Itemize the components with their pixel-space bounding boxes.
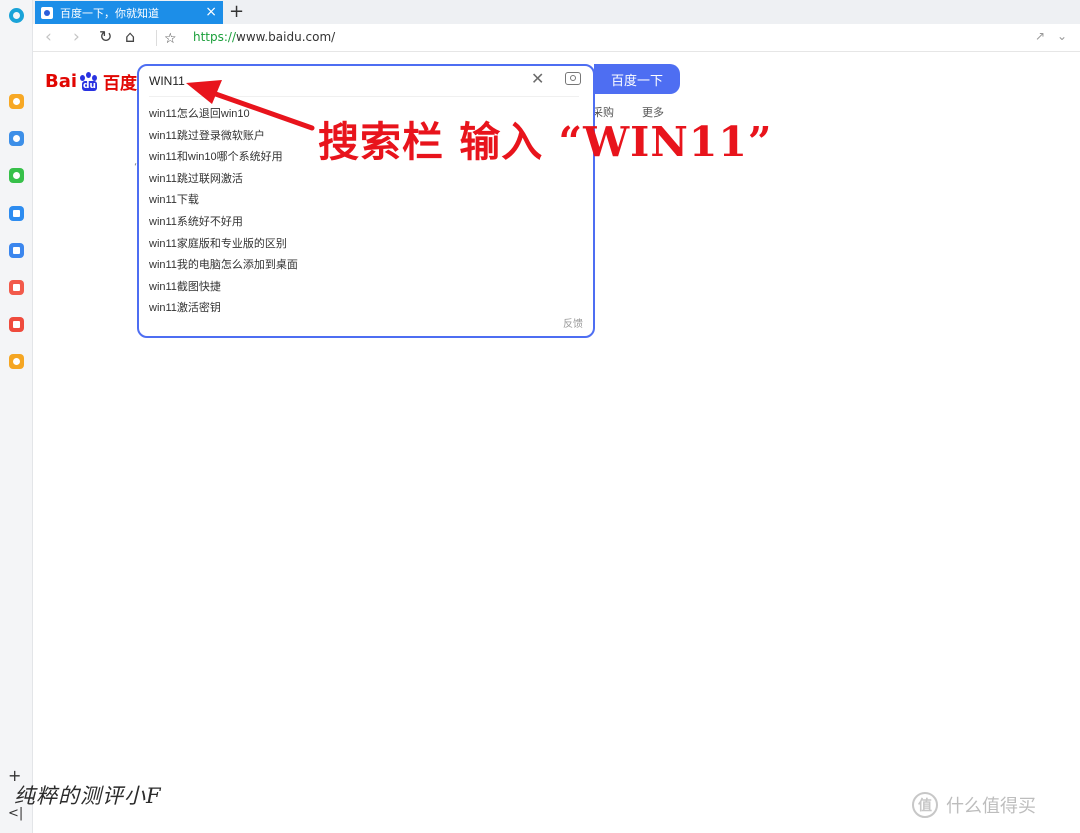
- url-host: www.baidu.com/: [236, 30, 336, 44]
- bookmark-star-icon[interactable]: ☆: [164, 29, 177, 49]
- pdf-icon[interactable]: [9, 317, 24, 332]
- suggestion-item[interactable]: win11跳过联网激活: [149, 169, 298, 191]
- tab-baidu[interactable]: 百度一下，你就知道 ×: [35, 1, 223, 24]
- url-scheme: https://: [193, 30, 237, 44]
- left-sidebar: + <|: [0, 0, 33, 833]
- toolbar-divider: [156, 30, 157, 46]
- smzdm-logo-icon: 值: [912, 792, 938, 818]
- suggestion-item[interactable]: win11和win10哪个系统好用: [149, 147, 298, 169]
- logo-du: du: [82, 80, 97, 91]
- search-button[interactable]: 百度一下: [594, 64, 680, 94]
- site-watermark-text: 什么值得买: [946, 796, 1036, 817]
- feedback-link[interactable]: 反馈: [563, 315, 583, 330]
- star-icon[interactable]: [9, 94, 24, 109]
- suggestion-item[interactable]: win11家庭版和专业版的区别: [149, 234, 298, 256]
- suggestion-item[interactable]: win11跳过登录微软账户: [149, 126, 298, 148]
- suggestion-item[interactable]: win11怎么退回win10: [149, 104, 298, 126]
- close-tab-icon[interactable]: ×: [205, 4, 217, 20]
- tab-title: 百度一下，你就知道: [60, 6, 159, 20]
- browser-logo-icon[interactable]: [9, 8, 24, 23]
- clear-icon[interactable]: ✕: [531, 69, 544, 89]
- suggestion-list: win11怎么退回win10 win11跳过登录微软账户 win11和win10…: [149, 104, 298, 320]
- suggestion-item[interactable]: win11下载: [149, 190, 298, 212]
- dropdown-divider: [149, 96, 579, 97]
- baidu-favicon-icon: [41, 6, 53, 19]
- baidu-logo[interactable]: Bai du 百度: [45, 69, 137, 94]
- search-box-dropdown: ✕ win11怎么退回win10 win11跳过登录微软账户 win11和win…: [137, 64, 595, 338]
- baidu-paw-icon: du: [78, 71, 100, 92]
- share-icon[interactable]: ↗: [1035, 29, 1045, 43]
- home-icon[interactable]: ⌂: [125, 27, 135, 47]
- logo-chinese: 百度: [103, 74, 138, 94]
- search-icon[interactable]: [9, 354, 24, 369]
- address-toolbar: ‹ › ↻ ⌂ ☆ https://www.baidu.com/ ↗ ⌄: [33, 24, 1080, 52]
- suggestion-item[interactable]: win11我的电脑怎么添加到桌面: [149, 255, 298, 277]
- annotation-text: 搜索栏 输入 “WIN11”: [318, 118, 773, 166]
- clock-icon[interactable]: [9, 131, 24, 146]
- suggestion-item[interactable]: win11系统好不好用: [149, 212, 298, 234]
- forward-icon[interactable]: ›: [73, 27, 80, 47]
- dropdown-chevron-icon[interactable]: ⌄: [1057, 29, 1067, 43]
- author-watermark: 纯粹的测评小F: [14, 784, 162, 808]
- wechat-icon[interactable]: [9, 168, 24, 183]
- site-watermark: 值 什么值得买: [912, 792, 1036, 818]
- new-tab-button[interactable]: +: [229, 1, 244, 23]
- search-input[interactable]: [149, 72, 509, 90]
- reload-icon[interactable]: ↻: [99, 27, 112, 47]
- tab-strip: 百度一下，你就知道 × +: [33, 0, 1080, 24]
- logo-latin: Bai: [45, 71, 78, 92]
- mountain-icon[interactable]: [9, 243, 24, 258]
- suggestion-item[interactable]: win11截图快捷: [149, 277, 298, 299]
- camera-icon[interactable]: [565, 72, 581, 85]
- screenshot-icon[interactable]: [9, 280, 24, 295]
- address-bar[interactable]: https://www.baidu.com/: [193, 30, 335, 44]
- cloud-upload-icon[interactable]: [9, 206, 24, 221]
- suggestion-item[interactable]: win11激活密钥: [149, 298, 298, 320]
- back-icon[interactable]: ‹: [45, 27, 52, 47]
